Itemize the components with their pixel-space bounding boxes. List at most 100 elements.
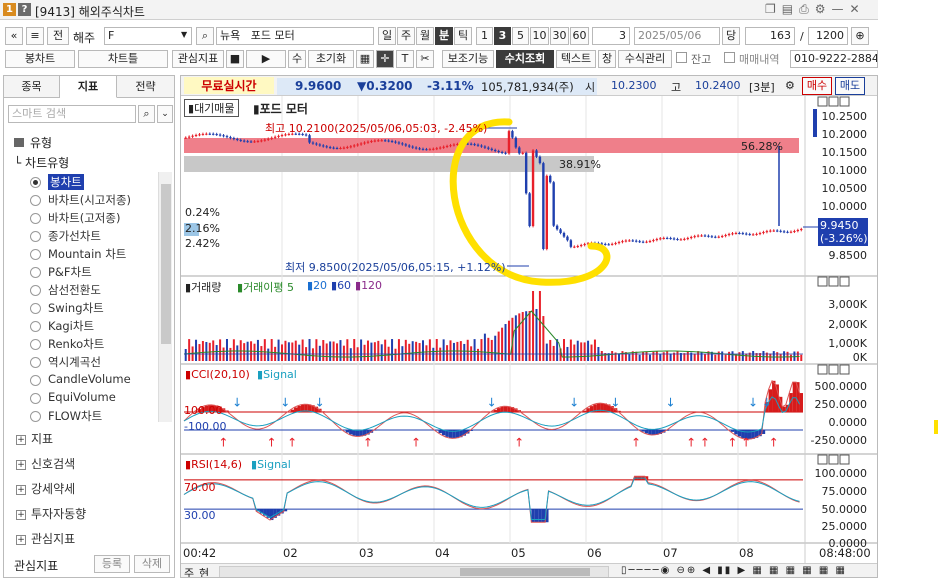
- all-button[interactable]: 전: [47, 27, 69, 45]
- balance-checkbox[interactable]: [676, 52, 687, 63]
- play-icon[interactable]: ▶: [246, 50, 286, 68]
- trades-checkbox[interactable]: [724, 52, 735, 63]
- radio-button[interactable]: [30, 411, 41, 422]
- radio-button[interactable]: [30, 249, 41, 260]
- expand-icon[interactable]: ⌄: [157, 105, 173, 123]
- cut-icon[interactable]: ✂: [416, 50, 434, 68]
- horizontal-scrollbar[interactable]: [219, 566, 609, 577]
- tab-item[interactable]: 종목: [4, 76, 60, 98]
- radio-button[interactable]: [30, 339, 41, 350]
- tab-indicator[interactable]: 지표: [60, 76, 117, 98]
- tree-group[interactable]: + 강세약세: [16, 480, 75, 497]
- waiting-supply-button[interactable]: ▮대기매물: [184, 99, 239, 117]
- type-group[interactable]: 유형: [14, 134, 52, 151]
- chart-type-item[interactable]: 종가선차트: [48, 228, 101, 244]
- value-lookup-button[interactable]: 수치조회: [496, 50, 554, 68]
- indicator-button[interactable]: 관심지표: [172, 50, 224, 68]
- radio-button[interactable]: [30, 321, 41, 332]
- tree-group[interactable]: + 관심지표: [16, 530, 75, 547]
- scrollbar[interactable]: [158, 172, 172, 422]
- register-button[interactable]: 등록: [94, 555, 130, 573]
- code-input[interactable]: F: [104, 27, 192, 45]
- expand-plus-icon[interactable]: +: [16, 484, 26, 495]
- chart-type-item[interactable]: EquiVolume: [48, 390, 116, 404]
- chart-type-item[interactable]: 바차트(시고저종): [48, 192, 131, 208]
- text-icon[interactable]: T: [396, 50, 414, 68]
- prev-button[interactable]: «: [5, 27, 23, 45]
- dang-button[interactable]: 당: [722, 27, 740, 45]
- zoom-controls[interactable]: ▯────◉ ⊖⊕ ◀ ▮▮ ▶ ▦ ▦ ▦ ▦ ▦ ▦: [621, 565, 847, 576]
- chart-type-item[interactable]: Kagi차트: [48, 318, 94, 334]
- radio-button[interactable]: [30, 267, 41, 278]
- chart-type-item[interactable]: Mountain 차트: [48, 246, 126, 262]
- volume-bar: [384, 339, 387, 361]
- tab-strategy[interactable]: 전략: [117, 76, 174, 98]
- aux-function-button[interactable]: 보조기능: [442, 50, 494, 68]
- search-icon[interactable]: ⌕: [196, 27, 214, 45]
- smart-search-input[interactable]: 스마트 검색: [8, 105, 136, 123]
- date-input[interactable]: 2025/05/06: [634, 27, 720, 45]
- chart-type-item[interactable]: Renko차트: [48, 336, 104, 352]
- zoom-icon[interactable]: ⊕: [851, 27, 869, 45]
- bottom-left-label[interactable]: 주: [184, 565, 194, 577]
- tree-group[interactable]: + 투자자동향: [16, 505, 86, 522]
- menu-button[interactable]: ≡: [26, 27, 44, 45]
- chart-type-item[interactable]: FLOW차트: [48, 408, 102, 424]
- chart-type-item[interactable]: CandleVolume: [48, 372, 131, 386]
- period-button[interactable]: 월: [416, 27, 434, 45]
- radio-button[interactable]: [30, 231, 41, 242]
- radio-button[interactable]: [30, 357, 41, 368]
- text-button[interactable]: 텍스트: [556, 50, 596, 68]
- layout-icon[interactable]: ▦: [356, 50, 374, 68]
- chart-type-item[interactable]: 봉차트: [48, 174, 84, 190]
- radio-button[interactable]: [30, 285, 41, 296]
- minute-button[interactable]: 10: [530, 27, 549, 45]
- chart-type-item[interactable]: P&F차트: [48, 264, 92, 280]
- chart-type-item[interactable]: Swing차트: [48, 300, 104, 316]
- period-button[interactable]: 분: [435, 27, 453, 45]
- crosshair-icon[interactable]: ✛: [376, 50, 394, 68]
- period-button[interactable]: 틱: [454, 27, 472, 45]
- period-button[interactable]: 주: [397, 27, 415, 45]
- minute-button[interactable]: 1: [476, 27, 493, 45]
- chart-area[interactable]: 무료실시간 9.9600 ▼0.3200 -3.11% 105,781,934(…: [180, 75, 878, 578]
- chart-frame-button[interactable]: 차트틀: [78, 50, 168, 68]
- expand-plus-icon[interactable]: +: [16, 434, 26, 445]
- bottom-mid-label[interactable]: 현: [199, 565, 209, 577]
- tree-group[interactable]: + 지표: [16, 430, 53, 447]
- radio-button[interactable]: [30, 213, 41, 224]
- candle-chart-button[interactable]: 봉차트: [5, 50, 75, 68]
- total-input[interactable]: 1200: [808, 27, 848, 45]
- reset-button[interactable]: 초기화: [308, 50, 354, 68]
- window-controls[interactable]: ❐▤⎙⚙—✕: [765, 2, 866, 17]
- minute-button[interactable]: 30: [550, 27, 569, 45]
- formula-button[interactable]: 수식관리: [618, 50, 672, 68]
- candle-body: [504, 152, 507, 154]
- radio-button[interactable]: [30, 195, 41, 206]
- tree-group[interactable]: + 신호검색: [16, 455, 75, 472]
- minute-button[interactable]: 3: [494, 27, 511, 45]
- su-button[interactable]: 수: [288, 50, 306, 68]
- chart-type-subgroup[interactable]: └ 차트유형: [14, 154, 69, 171]
- radio-button[interactable]: [30, 303, 41, 314]
- period-button[interactable]: 일: [378, 27, 396, 45]
- radio-button[interactable]: [30, 393, 41, 404]
- minute-button[interactable]: 5: [512, 27, 529, 45]
- minute-button[interactable]: 60: [570, 27, 589, 45]
- radio-button[interactable]: [30, 375, 41, 386]
- delete-button[interactable]: 삭제: [134, 555, 170, 573]
- stop-icon[interactable]: ■: [226, 50, 244, 68]
- expand-plus-icon[interactable]: +: [16, 509, 26, 520]
- chart-type-item[interactable]: 삼선전환도: [48, 282, 101, 298]
- search-icon[interactable]: ⌕: [138, 105, 155, 123]
- radio-button[interactable]: [30, 177, 41, 188]
- count-input[interactable]: 163: [745, 27, 795, 45]
- help-icon[interactable]: ?: [18, 3, 31, 16]
- expand-plus-icon[interactable]: +: [16, 534, 26, 545]
- expand-plus-icon[interactable]: +: [16, 459, 26, 470]
- window-button[interactable]: 창: [598, 50, 616, 68]
- chart-type-item[interactable]: 바차트(고저종): [48, 210, 120, 226]
- interval-input[interactable]: 3: [592, 27, 630, 45]
- chart-type-item[interactable]: 역시계곡선: [48, 354, 101, 370]
- dropdown-icon[interactable]: ▼: [181, 30, 187, 39]
